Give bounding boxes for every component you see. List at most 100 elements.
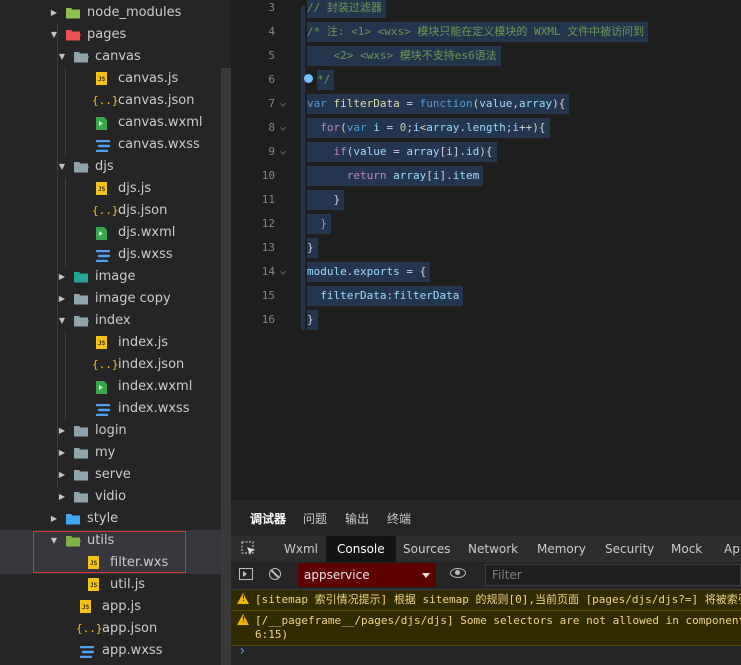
context-select[interactable]: appservice [298, 563, 436, 587]
code-line[interactable]: 15 filterData:filterData [231, 284, 741, 308]
tree-item-app-js[interactable]: JS app.js [0, 596, 221, 618]
tree-item-pages[interactable]: ▼ pages [0, 24, 221, 46]
chevron-down-icon[interactable]: ▼ [57, 156, 67, 178]
wxss-file-icon [95, 402, 111, 417]
tree-item-my[interactable]: ▶ my [0, 442, 221, 464]
filter-input[interactable] [485, 564, 741, 586]
tree-item-canvas-wxml[interactable]: canvas.wxml [0, 112, 221, 134]
tree-item-app-json[interactable]: {..} app.json [0, 618, 221, 640]
code-line[interactable]: 12 } [231, 212, 741, 236]
console-warning[interactable]: ! [sitemap 索引情况提示] 根据 sitemap 的规则[0],当前页面… [231, 590, 741, 611]
code-line[interactable]: 10 return array[i].item [231, 164, 741, 188]
tab-terminal[interactable]: 终端 [387, 510, 411, 527]
tree-item-index-wxml[interactable]: index.wxml [0, 376, 221, 398]
tree-item-canvas-json[interactable]: {..} canvas.json [0, 90, 221, 112]
tab-sources[interactable]: Sources [396, 536, 457, 562]
tree-item-djs-wxml[interactable]: djs.wxml [0, 222, 221, 244]
console-prompt[interactable]: › [238, 643, 246, 659]
sidebar-toggle-icon[interactable] [239, 568, 253, 580]
tree-item-index-wxss[interactable]: index.wxss [0, 398, 221, 420]
line-number: 15 [261, 289, 275, 302]
tree-item-image[interactable]: ▶ image [0, 266, 221, 288]
line-number: 16 [261, 313, 275, 326]
code-line[interactable]: 4 /* 注: <1> <wxs> 模块只能在定义模块的 WXML 文件中被访问到 [231, 20, 741, 44]
tab-mock[interactable]: Mock [664, 536, 709, 562]
tree-item-djs[interactable]: ▼ djs [0, 156, 221, 178]
tab-debugger[interactable]: 调试器 [250, 510, 286, 527]
js-file-icon: JS [96, 72, 107, 85]
code-line[interactable]: 7 ⌵ var filterData = function(value,array)… [231, 92, 741, 116]
tree-item-label: app.json [102, 621, 158, 636]
line-number: 5 [268, 49, 275, 62]
tree-item-label: login [95, 423, 127, 438]
tab-memory[interactable]: Memory [530, 536, 593, 562]
eye-icon[interactable] [450, 568, 466, 578]
fold-chevron-icon[interactable]: ⌵ [280, 260, 286, 284]
code-line[interactable]: 14 ⌵ module.exports = { [231, 260, 741, 284]
code-line[interactable]: 5 <2> <wxs> 模块不支持es6语法 [231, 44, 741, 68]
tree-item-index[interactable]: ▼ index [0, 310, 221, 332]
panel-tab-bar: 调试器 问题 输出 终端 [231, 500, 741, 536]
line-number: 7 [268, 97, 275, 110]
code-line[interactable]: 3 // 封装过滤器 [231, 0, 741, 20]
tree-item-style[interactable]: ▶ style [0, 508, 221, 530]
chevron-right-icon[interactable]: ▶ [49, 2, 59, 24]
json-file-icon: {..} [92, 204, 119, 217]
tree-item-index-js[interactable]: JS index.js [0, 332, 221, 354]
wxss-file-icon [79, 644, 95, 659]
tab-network[interactable]: Network [461, 536, 525, 562]
line-number: 4 [268, 25, 275, 38]
tree-item-serve[interactable]: ▶ serve [0, 464, 221, 486]
code-line[interactable]: 11 } [231, 188, 741, 212]
code-line[interactable]: 13} [231, 236, 741, 260]
tree-item-djs-wxss[interactable]: djs.wxss [0, 244, 221, 266]
chevron-right-icon[interactable]: ▶ [57, 420, 67, 442]
tree-item-app-wxss[interactable]: app.wxss [0, 640, 221, 662]
inspect-element-icon[interactable] [240, 536, 258, 562]
console-warning[interactable]: ! [/__pageframe__/pages/djs/djs] Some sel… [231, 611, 741, 646]
tree-item-image-copy[interactable]: ▶ image copy [0, 288, 221, 310]
json-file-icon: {..} [92, 358, 119, 371]
chevron-right-icon[interactable]: ▶ [57, 486, 67, 508]
lightbulb-icon[interactable] [304, 74, 313, 83]
tree-item-canvas-wxss[interactable]: canvas.wxss [0, 134, 221, 156]
tree-item-canvas[interactable]: ▼ canvas [0, 46, 221, 68]
explorer-scrollbar[interactable] [221, 68, 231, 665]
chevron-right-icon[interactable]: ▶ [57, 464, 67, 486]
tree-item-node-modules[interactable]: ▶ node_modules [0, 2, 221, 24]
tab-problems[interactable]: 问题 [303, 510, 327, 527]
chevron-down-icon[interactable]: ▼ [57, 46, 67, 68]
chevron-right-icon[interactable]: ▶ [49, 508, 59, 530]
fold-chevron-icon[interactable]: ⌵ [280, 116, 286, 140]
clear-console-icon[interactable] [269, 568, 281, 580]
fold-chevron-icon[interactable]: ⌵ [280, 92, 286, 116]
tab-security[interactable]: Security [598, 536, 661, 562]
tab-console[interactable]: Console [326, 536, 396, 562]
tree-item-util-js[interactable]: JS util.js [0, 574, 221, 596]
tree-item-label: djs.wxss [118, 247, 173, 262]
tree-item-vidio[interactable]: ▶ vidio [0, 486, 221, 508]
tree-item-label: canvas.json [118, 93, 195, 108]
code-line[interactable]: 9 ⌵ if(value = array[i].id){ [231, 140, 741, 164]
code-line[interactable]: 6 */ [231, 68, 741, 92]
fold-chevron-icon[interactable]: ⌵ [280, 140, 286, 164]
tree-item-login[interactable]: ▶ login [0, 420, 221, 442]
code-line[interactable]: 16} [231, 308, 741, 332]
chevron-down-icon[interactable]: ▼ [57, 310, 67, 332]
chevron-right-icon[interactable]: ▶ [57, 266, 67, 288]
image-folder-icon [73, 270, 88, 284]
code-editor[interactable]: 3 // 封装过滤器 4 /* 注: <1> <wxs> 模块只能在定义模块的 WXM… [231, 0, 741, 500]
tab-output[interactable]: 输出 [345, 510, 369, 527]
tree-item-djs-js[interactable]: JS djs.js [0, 178, 221, 200]
tab-wxml[interactable]: Wxml [277, 536, 325, 562]
tree-item-index-json[interactable]: {..} index.json [0, 354, 221, 376]
chevron-right-icon[interactable]: ▶ [57, 288, 67, 310]
code-line[interactable]: 8 ⌵ for(var i = 0;i<array.length;i++){ [231, 116, 741, 140]
tree-item-label: pages [87, 27, 127, 42]
tab-appdata[interactable]: AppData [717, 536, 741, 562]
tree-item-canvas-js[interactable]: JS canvas.js [0, 68, 221, 90]
chevron-right-icon[interactable]: ▶ [57, 442, 67, 464]
tree-item-label: app.js [102, 599, 141, 614]
tree-item-label: index.js [118, 335, 169, 350]
tree-item-djs-json[interactable]: {..} djs.json [0, 200, 221, 222]
